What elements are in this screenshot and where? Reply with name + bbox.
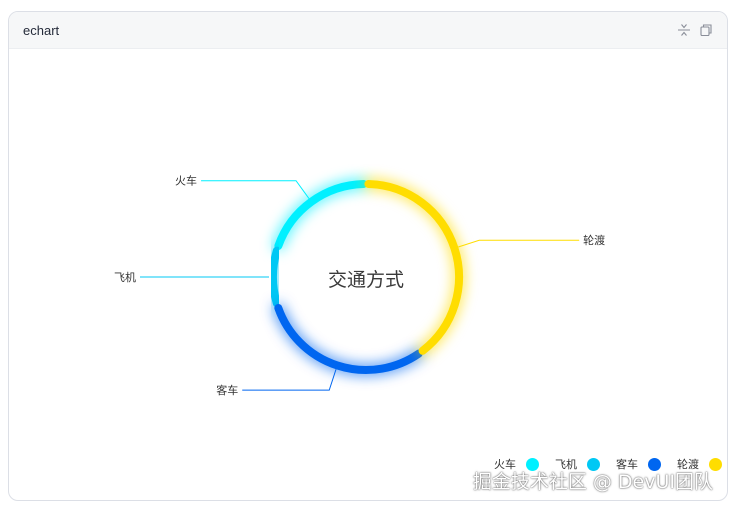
collapse-icon[interactable] — [677, 23, 691, 37]
label-line-3 — [458, 239, 580, 248]
header-tools — [677, 23, 713, 37]
label-line-2 — [242, 369, 337, 391]
chart-area: 火车飞机客车 轮渡 交通方式 火车飞机客车 轮渡 — [9, 50, 727, 500]
donut-chart: 火车飞机客车 轮渡 交通方式 — [114, 174, 605, 397]
slice-label-2: 客车 — [216, 383, 238, 397]
card-header: echart — [9, 12, 727, 49]
label-line-0 — [201, 180, 310, 199]
pie-slice-2[interactable] — [274, 304, 423, 374]
slice-label-1: 飞机 — [114, 270, 136, 284]
watermark: 掘金技术社区 @ DevUI团队 — [472, 471, 713, 493]
center-label: 交通方式 — [328, 269, 404, 291]
slice-label-0: 火车 — [175, 174, 197, 188]
copy-icon[interactable] — [699, 23, 713, 37]
pie-slice-3[interactable] — [364, 180, 463, 355]
pie-slice-0[interactable] — [274, 180, 368, 250]
slice-label-3: 轮渡 — [583, 233, 605, 247]
pie-slice-1[interactable] — [269, 246, 281, 308]
chart-card: echart 火车 飞机 客车 轮渡 交通方式 火车 飞机 客车 轮渡 掘金技术… — [8, 11, 728, 501]
card-title: echart — [23, 22, 60, 38]
